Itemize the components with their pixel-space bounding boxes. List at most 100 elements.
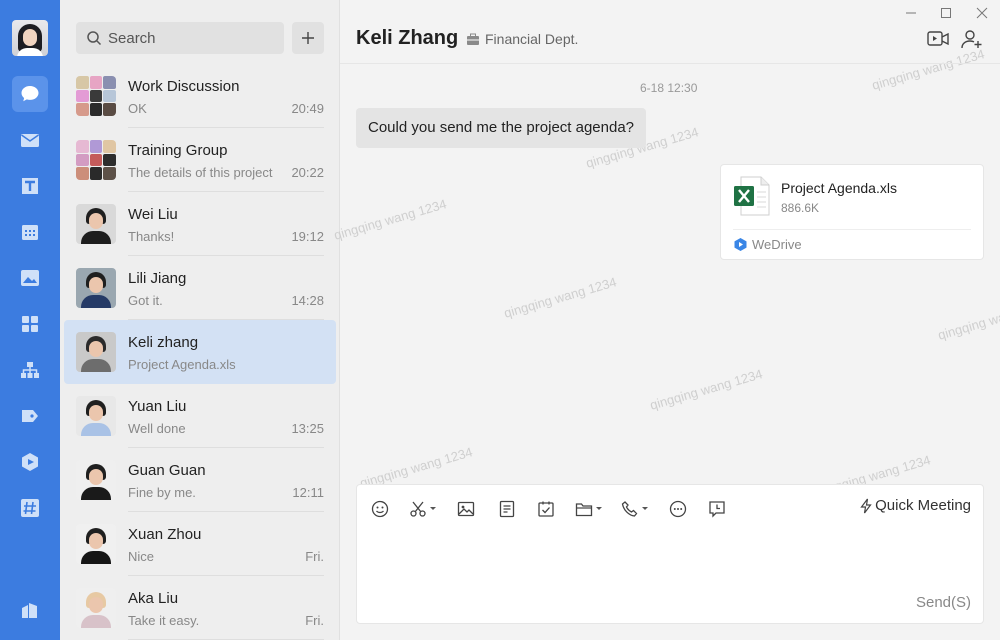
conversation-name: Aka Liu xyxy=(128,590,179,607)
person-avatar xyxy=(76,268,116,308)
workspace-icon[interactable] xyxy=(12,592,48,628)
image-icon[interactable] xyxy=(457,499,475,519)
conversation-time: 20:22 xyxy=(291,165,324,180)
conversation-name: Yuan Liu xyxy=(128,398,187,415)
conversation-item[interactable]: Aka Liu Take it easy. Fri. xyxy=(60,576,339,640)
close-icon[interactable] xyxy=(975,6,989,20)
chat-pane: qingqing wang 1234 qingqing wang 1234 qi… xyxy=(332,0,1000,640)
conversation-time: 12:11 xyxy=(292,485,324,500)
group-avatar xyxy=(76,76,116,116)
more-icon[interactable] xyxy=(669,499,687,519)
chevron-down-icon[interactable] xyxy=(641,506,649,512)
person-avatar xyxy=(76,524,116,564)
photo-icon[interactable] xyxy=(12,260,48,296)
watermark: qingqing wang 1234 xyxy=(502,274,619,321)
message-composer: Quick Meeting Send(S) xyxy=(356,484,984,624)
conversation-name: Wei Liu xyxy=(128,206,178,223)
file-size: 886.6K xyxy=(781,201,820,215)
calendar-icon[interactable] xyxy=(12,214,48,250)
briefcase-icon xyxy=(467,33,479,45)
message-timestamp: 6-18 12:30 xyxy=(640,81,698,95)
conversation-item[interactable]: Lili Jiang Got it. 14:28 xyxy=(60,256,339,320)
conversation-preview: OK xyxy=(128,101,147,116)
lightning-icon xyxy=(860,498,872,513)
person-avatar xyxy=(76,204,116,244)
conversation-item[interactable]: Xuan Zhou Nice Fri. xyxy=(60,512,339,576)
search-placeholder: Search xyxy=(108,29,156,47)
quick-meeting-label: Quick Meeting xyxy=(875,497,971,514)
person-avatar xyxy=(76,332,116,372)
mail-icon[interactable] xyxy=(12,122,48,158)
person-avatar xyxy=(76,396,116,436)
wedrive-icon[interactable] xyxy=(12,444,48,480)
conversation-name: Guan Guan xyxy=(128,462,206,479)
conversation-time: Fri. xyxy=(305,613,324,628)
file-name: Project Agenda.xls xyxy=(781,180,897,196)
conversation-item[interactable]: Wei Liu Thanks! 19:12 xyxy=(60,192,339,256)
conversation-name: Lili Jiang xyxy=(128,270,187,287)
chevron-down-icon[interactable] xyxy=(595,506,603,512)
conversation-time: 13:25 xyxy=(291,421,324,436)
hashtag-icon[interactable] xyxy=(12,490,48,526)
conversation-pane: Search Work Discussion OK 20:49 Training… xyxy=(60,0,340,640)
chat-title: Keli Zhang xyxy=(356,27,459,49)
person-avatar xyxy=(76,460,116,500)
user-avatar[interactable] xyxy=(12,20,48,56)
document-icon[interactable] xyxy=(498,499,516,519)
file-source-label: WeDrive xyxy=(752,237,802,252)
video-call-icon[interactable] xyxy=(926,28,950,50)
todo-icon[interactable] xyxy=(537,499,555,519)
conversation-preview: Take it easy. xyxy=(128,613,200,628)
quick-meeting-button[interactable]: Quick Meeting xyxy=(860,497,971,514)
chat-header: Keli Zhang Financial Dept. xyxy=(340,0,1000,64)
send-button[interactable]: Send(S) xyxy=(916,594,971,611)
tag-icon[interactable] xyxy=(12,398,48,434)
add-member-icon[interactable] xyxy=(960,28,984,50)
watermark: qingqing wang 1234 xyxy=(936,296,1000,343)
phone-icon[interactable] xyxy=(621,499,649,519)
docs-icon[interactable] xyxy=(12,168,48,204)
conversation-name: Xuan Zhou xyxy=(128,526,202,543)
conversation-time: 14:28 xyxy=(291,293,324,308)
conversation-preview: Project Agenda.xls xyxy=(128,357,236,372)
conversation-name: Keli zhang xyxy=(128,334,199,351)
apps-icon[interactable] xyxy=(12,306,48,342)
conversation-preview: Well done xyxy=(128,421,186,436)
emoji-icon[interactable] xyxy=(371,499,389,519)
department-name: Financial Dept. xyxy=(485,31,579,47)
maximize-icon[interactable] xyxy=(939,6,953,20)
watermark: qingqing wang 1234 xyxy=(332,196,449,243)
conversation-preview: Nice xyxy=(128,549,155,564)
search-input[interactable]: Search xyxy=(76,22,284,54)
conversation-item[interactable]: Training Group The details of this proje… xyxy=(60,128,339,192)
minimize-icon[interactable] xyxy=(904,6,918,20)
conversation-time: 19:12 xyxy=(291,229,324,244)
watermark: qingqing wang 1234 xyxy=(648,366,765,413)
conversation-preview: The details of this project xyxy=(128,165,273,180)
chat-icon[interactable] xyxy=(12,76,48,112)
conversation-item[interactable]: Yuan Liu Well done 13:25 xyxy=(60,384,339,448)
folder-icon[interactable] xyxy=(575,499,603,519)
conversation-list: Work Discussion OK 20:49 Training Group … xyxy=(60,64,339,640)
conversation-item[interactable]: Guan Guan Fine by me. 12:11 xyxy=(60,448,339,512)
conversation-name: Work Discussion xyxy=(128,78,240,95)
plus-icon xyxy=(302,32,314,44)
conversation-time: 20:49 xyxy=(291,101,324,116)
screenshot-icon[interactable] xyxy=(409,499,437,519)
excel-file-icon xyxy=(734,176,770,216)
incoming-message[interactable]: Could you send me the project agenda? xyxy=(356,108,647,148)
conversation-item-selected[interactable]: Keli zhang Project Agenda.xls xyxy=(64,320,336,384)
conversation-item[interactable]: Work Discussion OK 20:49 xyxy=(60,64,339,128)
file-source: WeDrive xyxy=(733,237,802,252)
conversation-preview: Fine by me. xyxy=(128,485,196,500)
schedule-icon[interactable] xyxy=(708,499,726,519)
search-icon xyxy=(87,31,102,46)
chevron-down-icon[interactable] xyxy=(429,506,437,512)
wedrive-icon xyxy=(734,238,747,251)
org-chart-icon[interactable] xyxy=(12,352,48,388)
message-input[interactable] xyxy=(369,529,969,589)
file-message-card[interactable]: Project Agenda.xls 886.6K WeDrive xyxy=(720,164,984,260)
conversation-preview: Got it. xyxy=(128,293,163,308)
conversation-time: Fri. xyxy=(305,549,324,564)
add-button[interactable] xyxy=(292,22,324,54)
